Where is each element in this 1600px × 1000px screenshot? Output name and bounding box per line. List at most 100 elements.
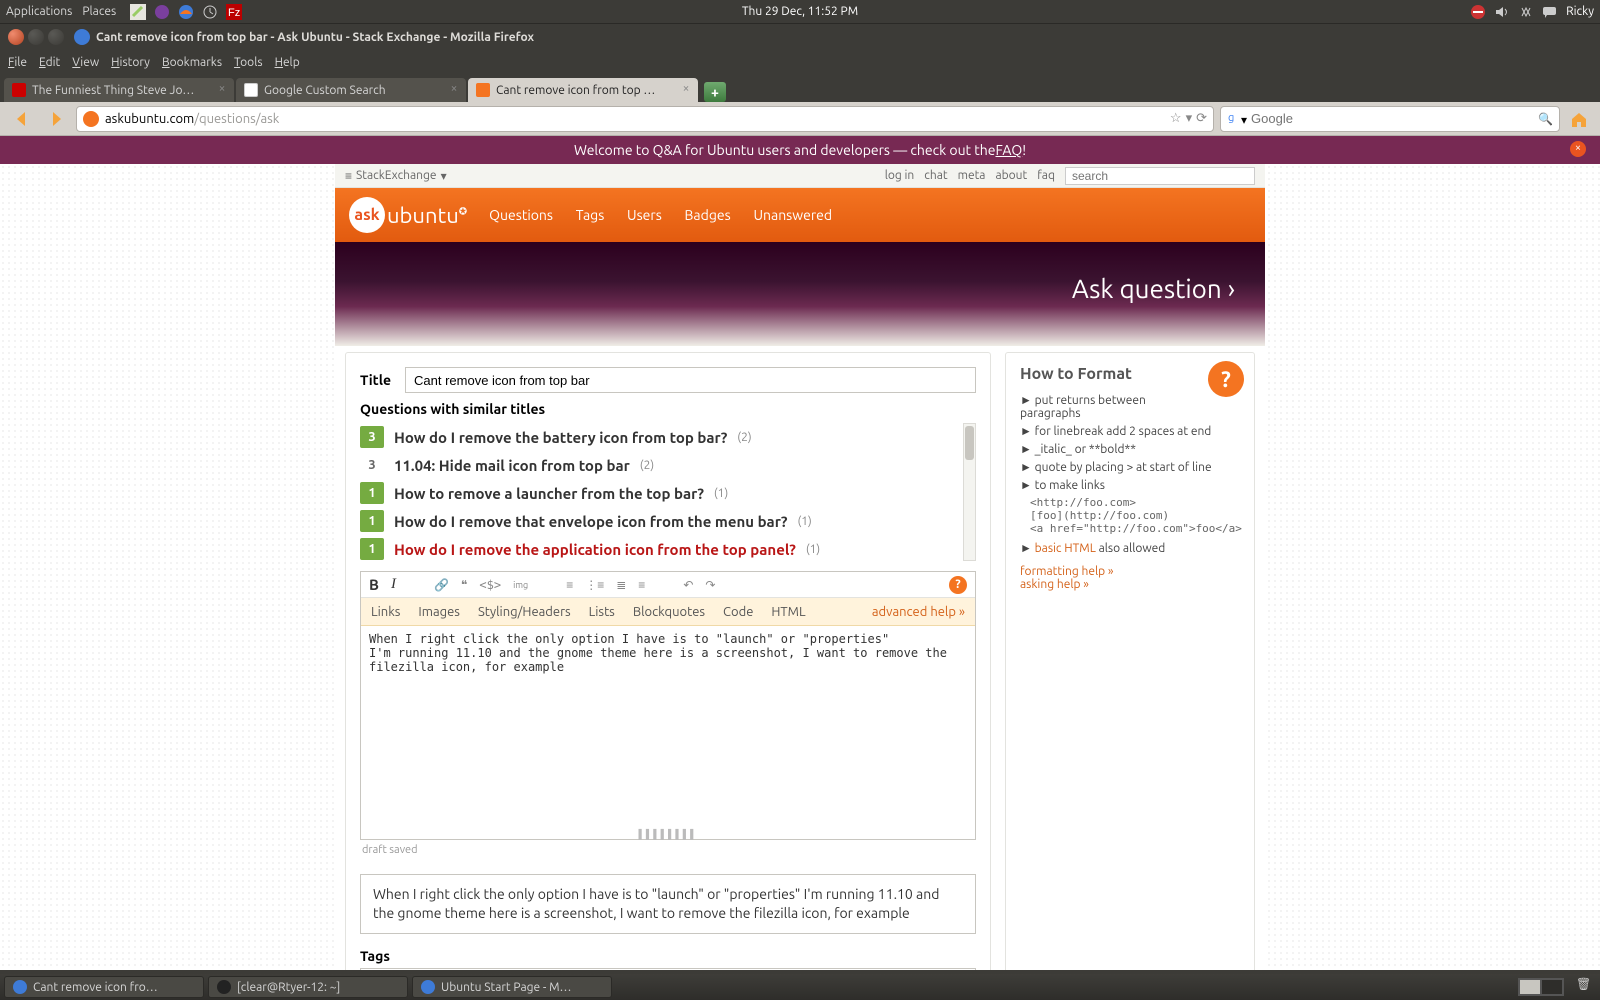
chat-tray-icon[interactable]: [1541, 3, 1559, 21]
scrollbar-thumb[interactable]: [965, 426, 974, 460]
star-icon[interactable]: ☆: [1170, 111, 1182, 126]
nav-users[interactable]: Users: [627, 207, 662, 223]
help-quotes[interactable]: Blockquotes: [633, 605, 705, 619]
tab-close-icon[interactable]: ×: [680, 83, 692, 95]
similar-row[interactable]: 1 How do I remove the application icon f…: [360, 535, 976, 561]
advanced-help-link[interactable]: advanced help »: [872, 605, 965, 619]
faq-link[interactable]: FAQ: [996, 142, 1023, 158]
similar-title[interactable]: How to remove a launcher from the top ba…: [394, 485, 704, 502]
similar-title[interactable]: How do I remove that envelope icon from …: [394, 513, 787, 530]
se-label[interactable]: StackExchange: [356, 169, 437, 182]
reload-icon[interactable]: ⟳: [1196, 111, 1207, 126]
gedit-icon[interactable]: [129, 3, 147, 21]
menu-file[interactable]: File: [8, 56, 27, 69]
link-button[interactable]: 🔗: [434, 578, 449, 592]
network-icon[interactable]: [1517, 3, 1535, 21]
basic-html-link[interactable]: basic HTML: [1035, 542, 1096, 555]
menu-view[interactable]: View: [72, 56, 99, 69]
similar-title[interactable]: How do I remove the application icon fro…: [394, 541, 796, 558]
window-close-button[interactable]: [8, 29, 24, 45]
no-entry-icon[interactable]: [1469, 3, 1487, 21]
se-search-input[interactable]: [1065, 167, 1255, 185]
title-input[interactable]: [405, 367, 976, 393]
similar-row[interactable]: 3 How do I remove the battery icon from …: [360, 423, 976, 451]
se-link-faq[interactable]: faq: [1037, 169, 1055, 182]
editor-help-icon[interactable]: ?: [949, 576, 967, 594]
similar-title[interactable]: 11.04: Hide mail icon from top bar: [394, 457, 630, 474]
ulist-button[interactable]: ⋮≡: [585, 578, 604, 592]
bold-button[interactable]: B: [369, 576, 379, 593]
se-menu-icon[interactable]: ≡: [345, 169, 352, 183]
rule-button[interactable]: ≡: [638, 578, 645, 592]
google-search-icon[interactable]: g▾: [1227, 110, 1247, 127]
firefox-launcher-icon[interactable]: [177, 3, 195, 21]
window-minimize-button[interactable]: [28, 29, 44, 45]
similar-row[interactable]: 1 How to remove a launcher from the top …: [360, 479, 976, 507]
back-button[interactable]: [8, 105, 36, 133]
tab-close-icon[interactable]: ×: [448, 83, 460, 95]
italic-button[interactable]: I: [391, 576, 396, 593]
search-bar[interactable]: g▾ 🔍: [1220, 106, 1560, 132]
window-maximize-button[interactable]: [48, 29, 64, 45]
search-input[interactable]: [1251, 111, 1538, 126]
body-textarea[interactable]: [361, 626, 975, 826]
tab-askubuntu[interactable]: Cant remove icon from top … ×: [468, 78, 698, 102]
quote-button[interactable]: ❝: [461, 578, 467, 592]
workspace-switcher[interactable]: [1518, 978, 1564, 996]
asking-help-link[interactable]: asking help »: [1020, 578, 1089, 591]
panel-user-label[interactable]: Ricky: [1566, 5, 1594, 18]
dropdown-icon[interactable]: ▾: [1186, 111, 1193, 126]
heading-button[interactable]: ≣: [616, 578, 626, 592]
se-link-meta[interactable]: meta: [958, 169, 986, 182]
similar-row[interactable]: 1 How do I remove that envelope icon fro…: [360, 507, 976, 535]
similar-title[interactable]: How do I remove the battery icon from to…: [394, 429, 727, 446]
search-go-icon[interactable]: 🔍: [1538, 112, 1553, 126]
forward-button[interactable]: [42, 105, 70, 133]
new-tab-button[interactable]: +: [704, 82, 726, 102]
volume-icon[interactable]: [1493, 3, 1511, 21]
code-button[interactable]: <$>: [479, 578, 501, 592]
nav-badges[interactable]: Badges: [685, 207, 731, 223]
help-links[interactable]: Links: [371, 605, 400, 619]
help-lists[interactable]: Lists: [589, 605, 615, 619]
url-bar[interactable]: askubuntu.com/questions/ask ☆ ▾ ⟳: [76, 106, 1214, 132]
help-code[interactable]: Code: [723, 605, 753, 619]
taskbar-item[interactable]: Ubuntu Start Page - M…: [412, 976, 612, 998]
nav-unanswered[interactable]: Unanswered: [753, 207, 832, 223]
chevron-down-icon[interactable]: ▾: [441, 169, 447, 183]
home-button[interactable]: [1566, 106, 1592, 132]
olist-button[interactable]: ≡: [566, 578, 573, 592]
menu-help[interactable]: Help: [275, 56, 300, 69]
resize-grip[interactable]: ▌▌▌▌▌▌▌▌: [361, 829, 975, 839]
nav-tags[interactable]: Tags: [576, 207, 605, 223]
menu-bookmarks[interactable]: Bookmarks: [162, 56, 222, 69]
panel-clock[interactable]: Thu 29 Dec, 11:52 PM: [742, 5, 858, 18]
pidgin-icon[interactable]: [153, 3, 171, 21]
similar-row[interactable]: 3 11.04: Hide mail icon from top bar (2): [360, 451, 976, 479]
panel-menu-places[interactable]: Places: [82, 5, 116, 18]
clock-icon[interactable]: [201, 3, 219, 21]
tab-close-icon[interactable]: ×: [216, 83, 228, 95]
similar-scrollbar[interactable]: [963, 423, 976, 561]
help-images[interactable]: Images: [418, 605, 460, 619]
site-identity-icon[interactable]: [83, 111, 99, 127]
undo-button[interactable]: ↶: [683, 578, 693, 592]
menu-tools[interactable]: Tools: [234, 56, 263, 69]
taskbar-item[interactable]: [clear@Rtyer-12: ~]: [208, 976, 408, 998]
nav-questions[interactable]: Questions: [489, 207, 553, 223]
se-link-about[interactable]: about: [995, 169, 1027, 182]
tab-youtube[interactable]: The Funniest Thing Steve Jo… ×: [4, 78, 234, 102]
tab-google[interactable]: Google Custom Search ×: [236, 78, 466, 102]
help-styling[interactable]: Styling/Headers: [478, 605, 571, 619]
menu-edit[interactable]: Edit: [39, 56, 60, 69]
banner-close-icon[interactable]: ×: [1570, 141, 1586, 157]
redo-button[interactable]: ↷: [705, 578, 715, 592]
image-button[interactable]: img: [513, 580, 528, 590]
tags-input[interactable]: 11.10✕ gnome✕ ubuntu✕ icon✕ bar✕: [360, 968, 976, 970]
askubuntu-logo[interactable]: ask ubuntu✪: [349, 197, 467, 233]
help-html[interactable]: HTML: [771, 605, 805, 619]
menu-history[interactable]: History: [111, 56, 150, 69]
formatting-help-link[interactable]: formatting help »: [1020, 565, 1114, 578]
se-link-chat[interactable]: chat: [924, 169, 947, 182]
filezilla-icon[interactable]: Fz: [225, 3, 243, 21]
